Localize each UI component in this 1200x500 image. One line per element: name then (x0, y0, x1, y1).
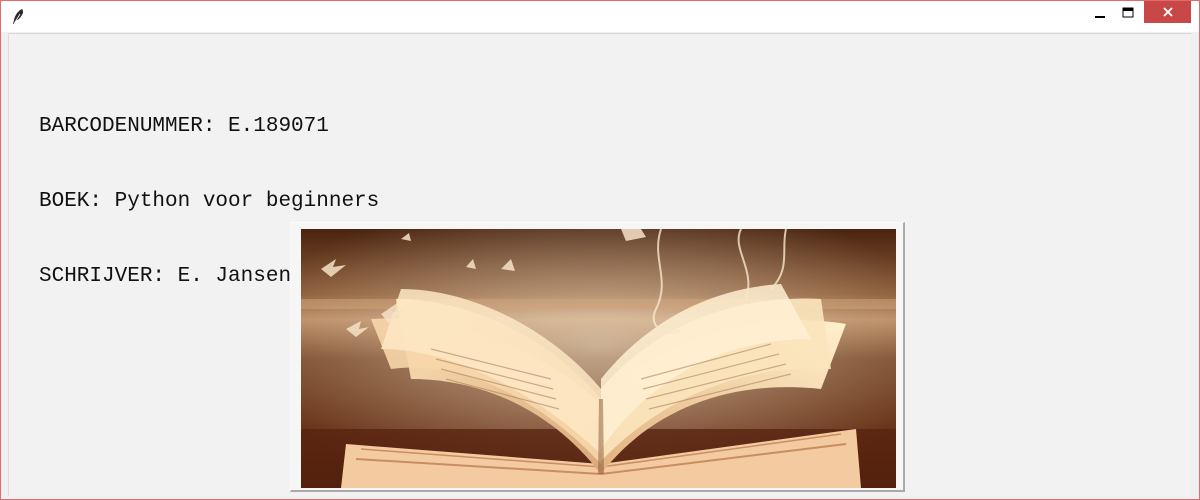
close-button[interactable] (1144, 1, 1191, 23)
feather-icon (13, 9, 23, 25)
title-bar[interactable] (1, 1, 1199, 32)
book-image-frame (290, 222, 905, 492)
app-window: BARCODENUMMER: E.189071 BOEK: Python voo… (0, 0, 1200, 500)
main-content: BARCODENUMMER: E.189071 BOEK: Python voo… (8, 33, 1191, 496)
maximize-button[interactable] (1115, 1, 1141, 25)
maximize-icon (1122, 7, 1134, 18)
barcode-label: BARCODENUMMER: E.189071 (39, 115, 329, 138)
open-book-photo (301, 229, 896, 488)
book-title-label: BOEK: Python voor beginners (39, 190, 380, 213)
minimize-icon (1095, 16, 1105, 18)
minimize-button[interactable] (1087, 1, 1113, 25)
close-icon (1162, 7, 1173, 17)
